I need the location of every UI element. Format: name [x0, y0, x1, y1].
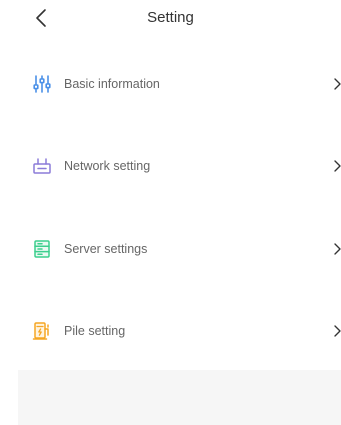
menu-item-label: Basic information	[64, 77, 160, 91]
chevron-right-icon	[334, 324, 341, 338]
menu-item-label: Network setting	[64, 159, 151, 173]
menu-item-server-settings[interactable]: Server settings	[0, 227, 341, 271]
sliders-icon	[32, 74, 52, 94]
menu-item-pile-setting[interactable]: Pile setting	[0, 309, 341, 353]
menu-item-label: Server settings	[64, 242, 148, 256]
network-icon	[32, 156, 52, 176]
footer-area	[18, 370, 341, 425]
header-bar: Setting	[0, 0, 341, 40]
menu-item-basic-information[interactable]: Basic information	[0, 62, 341, 106]
page-title: Setting	[147, 9, 194, 26]
menu-item-network-setting[interactable]: Network setting	[0, 144, 341, 188]
server-icon	[32, 239, 52, 259]
chevron-right-icon	[334, 242, 341, 256]
menu-item-label: Pile setting	[64, 324, 126, 338]
charging-pile-icon	[32, 321, 52, 341]
chevron-right-icon	[334, 159, 341, 173]
chevron-right-icon	[334, 77, 341, 91]
